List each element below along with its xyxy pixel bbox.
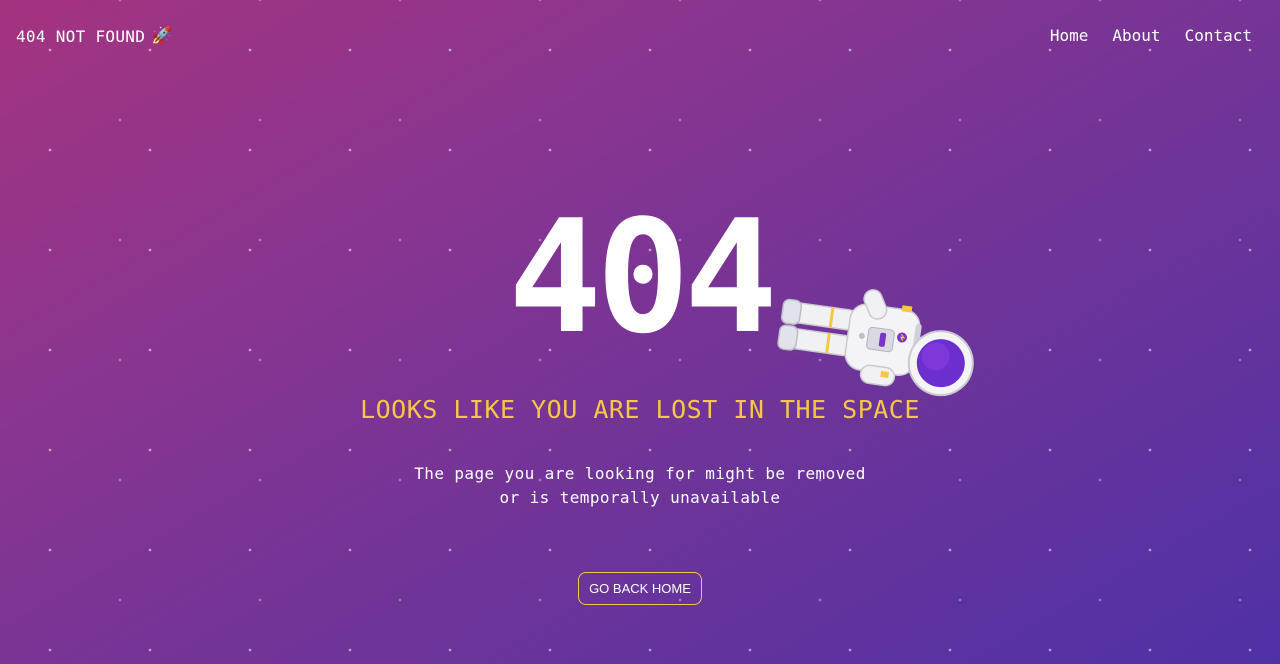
rocket-icon: 🚀 xyxy=(151,26,173,46)
nav-about-link[interactable]: About xyxy=(1112,26,1160,45)
error-description: The page you are looking for might be re… xyxy=(0,462,1280,510)
description-line-1: The page you are looking for might be re… xyxy=(414,464,866,483)
top-bar: 404 NOT FOUND 🚀 Home About Contact xyxy=(0,0,1280,74)
nav-contact-link[interactable]: Contact xyxy=(1185,26,1252,45)
nav-home-link[interactable]: Home xyxy=(1050,26,1089,45)
brand-logo[interactable]: 404 NOT FOUND 🚀 xyxy=(16,26,173,46)
error-code: 404 xyxy=(508,186,778,368)
go-back-home-button[interactable]: GO BACK HOME xyxy=(578,572,702,605)
description-line-2: or is temporally unavailable xyxy=(499,488,781,507)
main-nav: Home About Contact xyxy=(1050,26,1252,45)
lost-headline: LOOKS LIKE YOU ARE LOST IN THE SPACE xyxy=(360,395,920,424)
brand-text: 404 NOT FOUND xyxy=(16,26,146,46)
astronaut-illustration xyxy=(777,289,974,397)
